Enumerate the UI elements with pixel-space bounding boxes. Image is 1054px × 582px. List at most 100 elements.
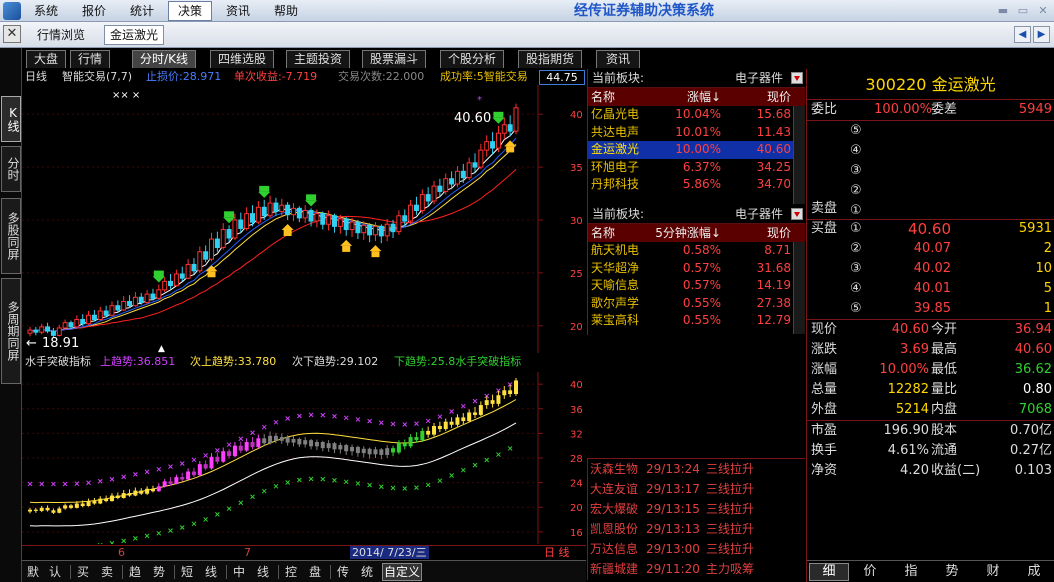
tab-stock-analysis[interactable]: 个股分析 (440, 50, 504, 68)
star-mark: * (477, 95, 482, 106)
indicator-bar (28, 509, 32, 512)
menu-decision[interactable]: 决策 (168, 1, 212, 21)
stock-price: 34.25 (756, 159, 791, 174)
vtab-multi-period[interactable]: 多周期同屏 (1, 278, 21, 384)
menu-quote[interactable]: 报价 (76, 0, 112, 22)
btab-mid-1[interactable]: 中 (232, 563, 246, 581)
alert-item[interactable]: 沃森生物 29/13:24 三线拉升 (588, 459, 805, 479)
btab-trend-1[interactable]: 趋 (128, 563, 142, 581)
candle (466, 162, 472, 179)
alert-item[interactable]: 大连友谊 29/13:17 三线拉升 (588, 479, 805, 499)
btab-classic-1[interactable]: 传 (336, 563, 350, 581)
indicator-bar (80, 503, 85, 506)
scrollbar[interactable] (793, 242, 805, 334)
tab-stock-jinyun[interactable]: 金运激光 (104, 25, 165, 45)
quote-tab[interactable]: 价 (850, 563, 890, 581)
btab-trend-2[interactable]: 势 (152, 563, 166, 581)
table-row[interactable]: 丹邦科技 5.86% 34.70 (588, 176, 805, 194)
stock-change: 10.00% (675, 142, 721, 157)
triangle-mark-icon: ▲ (158, 344, 165, 353)
stat-value: 0.103 (1014, 463, 1052, 478)
dropdown-icon[interactable] (791, 208, 803, 220)
quote-tab[interactable]: 指 (891, 563, 931, 581)
vtab-kline[interactable]: K线 (1, 96, 21, 142)
sector-selected[interactable]: 电子器件 (735, 205, 783, 224)
sector-selected[interactable]: 电子器件 (735, 69, 783, 88)
menu-system[interactable]: 系统 (28, 0, 64, 22)
maximize-icon[interactable]: ▭ (1014, 3, 1032, 19)
tab-4d-stockpick[interactable]: 四维选股 (210, 50, 274, 68)
col-change[interactable]: 涨幅↓ (687, 88, 721, 106)
table-row[interactable]: 共达电声 10.01% 11.43 (588, 124, 805, 142)
indicator-bar (426, 430, 431, 435)
table-row[interactable]: 歌尔声学 0.55% 27.38 (588, 295, 805, 313)
col-name[interactable]: 名称 (591, 88, 615, 106)
indicator-bar (57, 508, 62, 513)
table-row[interactable]: 莱宝高科 0.55% 12.79 (588, 312, 805, 330)
tab-timeshare-kline[interactable]: 分时/K线 (132, 50, 196, 68)
btab-default-1[interactable]: 默 (26, 563, 40, 581)
alert-item[interactable]: 万达信息 29/13:00 三线拉升 (588, 539, 805, 559)
quote-tab[interactable]: 财 (973, 563, 1013, 581)
dropdown-icon[interactable] (791, 72, 803, 84)
tab-stock-funnel[interactable]: 股票漏斗 (362, 50, 426, 68)
table-row[interactable]: 亿晶光电 10.04% 15.68 (588, 106, 805, 124)
left-vertical-tabs: K线 分时 多股同屏 多周期同屏 (0, 48, 22, 582)
kline-chart[interactable]: 40 35 30 25 20 ×× × 40.60 * ← 18.91 ▲ (22, 85, 586, 353)
table-row[interactable]: 天华超净 0.57% 31.68 (588, 260, 805, 278)
quote-tab[interactable]: 细 (809, 563, 849, 581)
btab-mid-2[interactable]: 线 (256, 563, 270, 581)
tab-index[interactable]: 大盘 (26, 50, 66, 68)
alert-item[interactable]: 凯恩股份 29/13:13 三线拉升 (588, 519, 805, 539)
tab-quotes[interactable]: 行情 (70, 50, 110, 68)
nav-forward-icon[interactable]: ▶ (1033, 26, 1050, 43)
nav-back-icon[interactable]: ◀ (1014, 26, 1031, 43)
col-name[interactable]: 名称 (591, 224, 615, 242)
y-tick-label: 24 (570, 479, 583, 490)
tab-index-futures[interactable]: 股指期货 (518, 50, 582, 68)
table-row[interactable]: 金运激光 10.00% 40.60 (588, 141, 805, 159)
scrollbar[interactable] (793, 106, 805, 204)
table-row[interactable]: 航天机电 0.58% 8.71 (588, 242, 805, 260)
table-row[interactable]: 环旭电子 6.37% 34.25 (588, 159, 805, 177)
btab-short-1[interactable]: 短 (180, 563, 194, 581)
menu-stats[interactable]: 统计 (124, 0, 160, 22)
btab-short-2[interactable]: 线 (204, 563, 218, 581)
tab-market-browse[interactable]: 行情浏览 (32, 25, 90, 45)
candle (214, 238, 220, 249)
alert-item[interactable]: 宏大爆破 29/13:15 三线拉升 (588, 499, 805, 519)
quote-tab[interactable]: 势 (932, 563, 972, 581)
col-change[interactable]: 5分钟涨幅↓ (655, 224, 721, 242)
indicator-bar (449, 421, 454, 425)
minimize-icon[interactable]: ▬ (994, 3, 1012, 19)
col-price[interactable]: 现价 (767, 224, 791, 242)
btab-control-1[interactable]: 控 (284, 563, 298, 581)
buy-signal-icon (506, 146, 515, 153)
tab-info[interactable]: 资讯 (596, 50, 640, 68)
btab-buysell-2[interactable]: 卖 (100, 563, 114, 581)
btab-default-2[interactable]: 认 (48, 563, 62, 581)
col-price[interactable]: 现价 (767, 88, 791, 106)
btab-control-2[interactable]: 盘 (308, 563, 322, 581)
vtab-timeshare[interactable]: 分时 (1, 146, 21, 192)
alert-item[interactable]: 新疆城建 29/11:20 主力吸筹 (588, 559, 805, 579)
sailor-breakout-chart[interactable]: 40 36 32 28 24 20 16 (22, 372, 586, 544)
stat-value: 4.61% (887, 443, 929, 458)
btab-classic-2[interactable]: 统 (360, 563, 374, 581)
btab-custom[interactable]: 自定义 (382, 563, 422, 581)
quote-tab[interactable]: 成 (1014, 563, 1054, 581)
candle (437, 185, 443, 192)
separator (278, 565, 279, 579)
tools-icon[interactable]: ✕ (3, 25, 21, 43)
menu-news[interactable]: 资讯 (220, 0, 256, 22)
stat-value: 5214 (895, 402, 929, 417)
menu-help[interactable]: 帮助 (268, 0, 304, 22)
tab-theme-invest[interactable]: 主题投资 (286, 50, 350, 68)
vtab-multi-stock[interactable]: 多股同屏 (1, 198, 21, 274)
close-icon[interactable]: ✕ (1034, 3, 1052, 19)
table-row[interactable]: 天喻信息 0.57% 14.19 (588, 277, 805, 295)
indicator-bar (303, 440, 308, 445)
btab-buysell-1[interactable]: 买 (76, 563, 90, 581)
candle (173, 273, 179, 287)
period-indicator[interactable]: 日 线 (544, 546, 570, 559)
